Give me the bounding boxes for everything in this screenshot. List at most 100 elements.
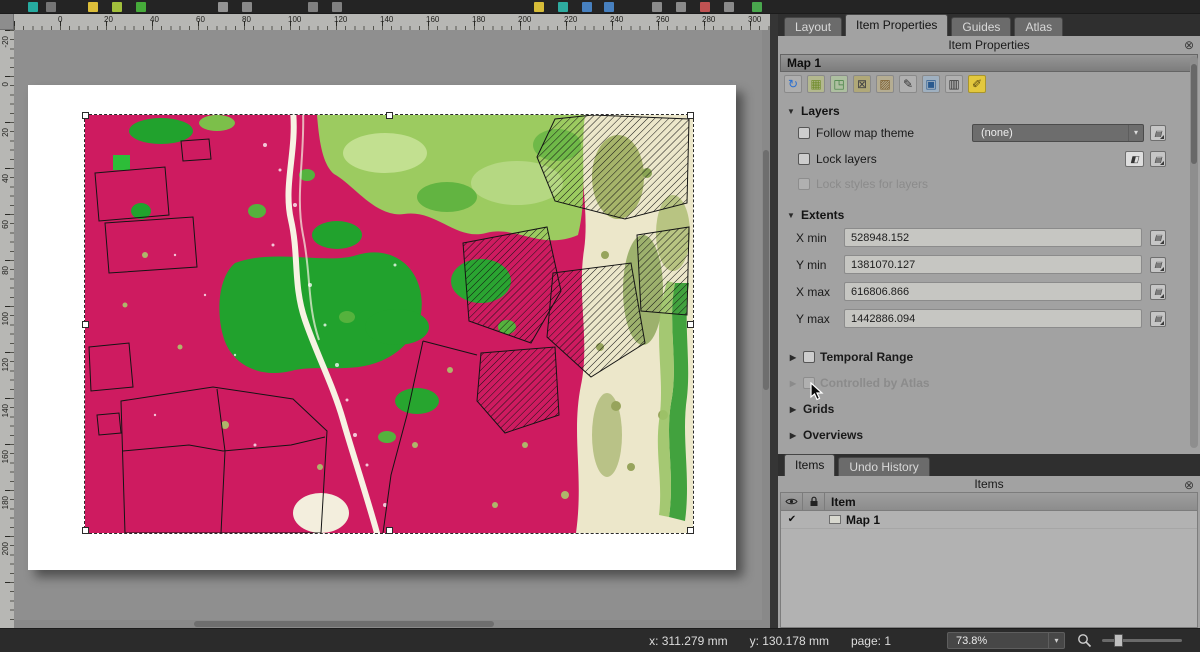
x-min-input[interactable] [844,228,1142,247]
layout-canvas[interactable] [14,30,770,628]
labeling-settings-icon[interactable]: ▣ [922,75,940,93]
set-layer-visibility-button[interactable]: ◧ [1125,151,1144,167]
ruler-label: 280 [702,15,715,24]
toolbar-icon[interactable] [582,2,592,12]
set-map-scale-icon[interactable]: ⊠ [853,75,871,93]
data-defined-override-button[interactable]: ▤ [1150,230,1166,246]
scrollbar-thumb[interactable] [1191,64,1197,164]
items-list-empty-area [781,529,1197,627]
view-extent-in-canvas-icon[interactable]: ◳ [830,75,848,93]
items-panel-close-icon[interactable]: ⊗ [1184,477,1194,493]
toolbar-icon[interactable] [676,2,686,12]
zoom-slider-handle[interactable] [1114,634,1123,647]
toolbar-icon[interactable] [724,2,734,12]
ruler-label: 160 [1,450,10,463]
data-defined-override-button[interactable]: ▤ [1150,311,1166,327]
ruler-label: 200 [518,15,531,24]
map-theme-value: (none) [981,127,1013,139]
chevron-down-icon: ▼ [786,107,796,116]
tab-item-properties[interactable]: Item Properties [845,14,948,36]
ruler-label: 60 [1,220,10,229]
clipping-settings-icon[interactable]: ▥ [945,75,963,93]
layers-section-header[interactable]: ▼ Layers [778,102,1200,120]
visibility-checkbox[interactable]: ✔ [781,511,803,528]
magnifier-icon[interactable] [1077,633,1092,648]
lock-checkbox[interactable] [803,511,825,528]
toolbar-icon[interactable] [88,2,98,12]
zoom-slider[interactable] [1102,633,1182,648]
panel-tabbar: Layout Item Properties Guides Atlas [778,14,1200,36]
map-item-icon [829,515,841,524]
toolbar-icon[interactable] [46,2,56,12]
main-toolbar [0,0,1200,14]
resize-handle-bottom-left[interactable] [82,527,89,534]
follow-map-theme-checkbox[interactable] [798,127,810,139]
extent-row: X max ▤ [778,278,1200,305]
toolbar-icon[interactable] [112,2,122,12]
resize-handle-top-middle[interactable] [386,112,393,119]
toolbar-icon[interactable] [242,2,252,12]
item-name-cell[interactable]: Map 1 [825,511,1197,528]
toolbar-icon[interactable] [700,2,710,12]
toolbar-icon[interactable] [558,2,568,12]
overviews-header[interactable]: ▶ Overviews [778,422,1200,448]
tab-layout[interactable]: Layout [784,17,842,36]
ruler-label: 20 [1,128,10,137]
temporal-range-header[interactable]: ▶ Temporal Range [778,344,1200,370]
zoom-level-dropdown[interactable]: 73.8% ▾ [947,632,1065,649]
lock-layers-checkbox[interactable] [798,153,810,165]
toolbar-icon[interactable] [604,2,614,12]
resize-handle-bottom-middle[interactable] [386,527,393,534]
move-content-icon[interactable]: ✎ [899,75,917,93]
toolbar-icon[interactable] [28,2,38,12]
toolbar-icon[interactable] [752,2,762,12]
panel-scrollbar[interactable] [1190,56,1198,448]
items-table-row[interactable]: ✔ Map 1 [781,511,1197,529]
tab-undo-history[interactable]: Undo History [838,457,929,476]
toolbar-icon[interactable] [218,2,228,12]
resize-handle-middle-right[interactable] [687,321,694,328]
data-defined-override-button[interactable]: ▤ [1150,284,1166,300]
item-column-header: Item [825,493,1197,510]
panel-splitter[interactable] [770,14,778,628]
scrollbar-thumb[interactable] [194,621,494,627]
toolbar-icon[interactable] [534,2,544,12]
annotation-icon[interactable]: ✐ [968,75,986,93]
layers-icon: ◧ [1130,154,1139,165]
grids-header[interactable]: ▶ Grids [778,396,1200,422]
scrollbar-thumb[interactable] [763,150,769,390]
map-item[interactable] [85,115,693,533]
data-defined-override-button[interactable]: ▤ [1150,257,1166,273]
data-defined-override-button[interactable]: ▤ [1150,125,1166,141]
resize-handle-top-right[interactable] [687,112,694,119]
extents-section-header[interactable]: ▼ Extents [778,206,1200,224]
interactive-edit-extent-icon[interactable]: ▨ [876,75,894,93]
update-map-preview-icon[interactable]: ↻ [784,75,802,93]
canvas-vertical-scrollbar[interactable] [762,30,770,620]
temporal-range-checkbox[interactable] [803,351,815,363]
panel-close-icon[interactable]: ⊗ [1184,37,1194,53]
chevron-right-icon: ▶ [788,379,798,388]
data-defined-override-button[interactable]: ▤ [1150,151,1166,167]
resize-handle-middle-left[interactable] [82,321,89,328]
items-panel-title: Items [974,477,1003,491]
section-label: Temporal Range [820,350,913,364]
lock-layers-row: Lock layers ◧ ▤ [778,146,1200,172]
section-label: Extents [801,208,844,222]
set-map-canvas-extent-icon[interactable]: ▦ [807,75,825,93]
tab-items[interactable]: Items [784,454,835,476]
map-theme-dropdown[interactable]: (none) ▾ [972,124,1144,142]
toolbar-icon[interactable] [332,2,342,12]
y-min-input[interactable] [844,255,1142,274]
tab-guides[interactable]: Guides [951,17,1011,36]
resize-handle-bottom-right[interactable] [687,527,694,534]
y-max-input[interactable] [844,309,1142,328]
extent-row: Y min ▤ [778,251,1200,278]
x-max-input[interactable] [844,282,1142,301]
canvas-horizontal-scrollbar[interactable] [14,620,770,628]
resize-handle-top-left[interactable] [82,112,89,119]
tab-atlas[interactable]: Atlas [1014,17,1063,36]
toolbar-icon[interactable] [308,2,318,12]
toolbar-icon[interactable] [652,2,662,12]
toolbar-icon[interactable] [136,2,146,12]
